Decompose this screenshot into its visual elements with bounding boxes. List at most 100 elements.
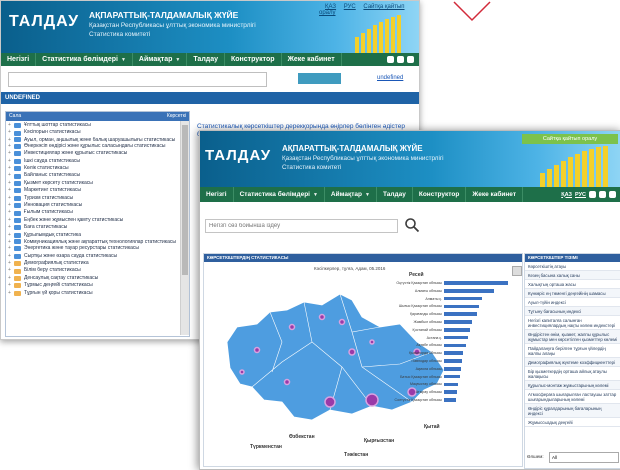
tree-item[interactable]: + Білім беру статистикасы — [8, 267, 178, 274]
nav-analysis[interactable]: Талдау — [377, 187, 413, 202]
nav-cabinet[interactable]: Жеке кабинет — [282, 53, 342, 66]
bar-row: Ақмола облысы — [364, 366, 514, 372]
nav-icons: ҚАЗ РУС — [561, 191, 620, 198]
tree-item[interactable]: + Құрылымдық статистика — [8, 232, 178, 239]
print-icon[interactable] — [397, 56, 404, 63]
tree-item[interactable]: + Қызмет көрсету статистикасы — [8, 180, 178, 187]
bar[interactable] — [444, 281, 508, 285]
print-icon[interactable] — [599, 191, 606, 198]
portal-subtitle-2: Статистика комитеті — [89, 31, 151, 38]
bar[interactable] — [444, 335, 468, 340]
tree-scrollbar[interactable] — [180, 121, 189, 335]
bar[interactable] — [444, 328, 470, 332]
tree-item-label: Білім беру статистикасы — [24, 267, 81, 274]
nav-cabinet[interactable]: Жеке кабинет — [466, 187, 524, 202]
indicator-item[interactable]: Жұмыссыздық деңгейі — [525, 418, 620, 427]
indicator-item[interactable]: Күнкөріс ең төменгі деңгейінің шамасы — [525, 289, 620, 298]
lang-rus-link[interactable]: РУС — [575, 192, 586, 198]
nav-constructor[interactable]: Конструктор — [225, 53, 282, 66]
search-button[interactable] — [298, 73, 341, 84]
nav-constructor[interactable]: Конструктор — [413, 187, 467, 202]
tool-icon[interactable] — [589, 191, 596, 198]
indicator-item[interactable]: Ауыл-түйін индексі — [525, 298, 620, 307]
nav-analysis[interactable]: Талдау — [187, 53, 225, 66]
tree-item[interactable]: + Көлік статистикасы — [8, 165, 178, 172]
portal-title: АҚПАРАТТЫҚ-ТАЛДАМАЛЫҚ ЖҮЙЕ — [89, 10, 239, 20]
indicator-item[interactable]: Халықтың орташа жасы — [525, 280, 620, 289]
bar[interactable] — [444, 398, 456, 402]
tree-item[interactable]: + Еңбек және жұмыспен қамту статистикасы — [8, 217, 178, 224]
category-tree: + Ұлттық шоттар статистикасы + Кәсіпорын ст… — [6, 121, 180, 298]
tree-item[interactable]: + Энергетика және тауар ресурстары статис… — [8, 245, 178, 252]
indicator-item[interactable]: Өндірістен өнім, қызмет, жалпы құрылыс ж… — [525, 330, 620, 344]
tree-item[interactable]: + Кәсіпорын статистикасы — [8, 129, 178, 136]
nav-stat-sections[interactable]: Статистика бөлімдері ▼ — [234, 187, 325, 202]
undefined-link[interactable]: undefined — [377, 75, 403, 81]
tree-item-label: Тұрғын үй қоры статистикасы — [24, 289, 93, 296]
indicator-item[interactable]: Құрылыс-монтаж жұмыстарының көлемі — [525, 381, 620, 390]
bar[interactable] — [444, 343, 467, 348]
indicator-item[interactable]: Тұтыну бағасының индексі — [525, 307, 620, 316]
nav-regions[interactable]: Аймақтар ▼ — [133, 53, 188, 66]
tree-item[interactable]: + Денсаулық сақтау статистикасы — [8, 275, 178, 282]
lang-kaz-link[interactable]: ҚАЗ — [561, 192, 572, 198]
indicator-item[interactable]: Өндіріс құралдарының бағаларының индексі — [525, 404, 620, 418]
bar[interactable] — [444, 304, 480, 309]
tree-item[interactable]: + Демографиялық статистика — [8, 260, 178, 267]
help-icon[interactable] — [407, 56, 414, 63]
tree-item[interactable]: + Ғылым статистикасы — [8, 209, 178, 216]
indicator-item[interactable]: Кезең басына халық саны — [525, 271, 620, 280]
tree-item[interactable]: + Инновация статистикасы — [8, 202, 178, 209]
bar-row: Атырау облысы — [364, 389, 514, 395]
bar[interactable] — [444, 296, 483, 301]
tree-item[interactable]: + Баға статистикасы — [8, 224, 178, 231]
tree-item-label: Ұлттық шоттар статистикасы — [24, 122, 91, 128]
indicator-item[interactable]: Атмосфераға шығарылған ластаушы заттар ш… — [525, 390, 620, 404]
indicator-item[interactable]: Демографиялық жүктеме коэффициенттері — [525, 358, 620, 367]
nav-icons — [387, 56, 419, 63]
nav-home[interactable]: Негізгі — [200, 187, 234, 202]
bar[interactable] — [444, 320, 473, 324]
bar[interactable] — [444, 289, 494, 293]
nav-stat-sections[interactable]: Статистика бөлімдері ▼ — [36, 53, 133, 66]
tree-item[interactable]: + Ұлттық шоттар статистикасы — [8, 122, 178, 129]
folder-icon — [14, 275, 21, 281]
indicator-item[interactable]: Негізгі капиталға салынған инвестициялар… — [525, 316, 620, 330]
search-icon[interactable] — [404, 217, 420, 233]
bar[interactable] — [444, 359, 462, 363]
nav-regions[interactable]: Аймақтар ▼ — [325, 187, 377, 202]
tree-item[interactable]: + Байланыс статистикасы — [8, 172, 178, 179]
scrollbar-thumb[interactable] — [182, 125, 188, 275]
tree-item[interactable]: + Өнеркәсіп өндірісі және құрылыс саласын… — [8, 143, 178, 150]
tree-item[interactable]: + Маркетинг статистикасы — [8, 187, 178, 194]
bar[interactable] — [444, 312, 478, 316]
tree-item-label: Туризм статистикасы — [24, 194, 74, 201]
bar[interactable] — [444, 390, 457, 394]
tree-item[interactable]: + Тұрғын үй қоры статистикасы — [8, 290, 178, 297]
tree-item[interactable]: + Тұрмыс деңгейі статистикасы — [8, 282, 178, 289]
help-icon[interactable] — [609, 191, 616, 198]
tree-item[interactable]: + Сыртқы және өзара сауда статистикасы — [8, 253, 178, 260]
bar[interactable] — [444, 351, 464, 355]
indicator-item[interactable]: Көрсеткіштің атауы — [525, 262, 620, 271]
bar[interactable] — [444, 367, 462, 371]
tree-item[interactable]: + Инвестициялар және құрылыс статистикасы — [8, 150, 178, 157]
filter-select[interactable]: All — [549, 452, 619, 463]
bar-row: Маңғыстау облысы — [364, 381, 514, 387]
tree-item[interactable]: + Туризм статистикасы — [8, 195, 178, 202]
indicator-item[interactable]: Бір қызметкердің орташа айлық атаулы жал… — [525, 367, 620, 381]
bar-label: Қостанай облысы — [412, 327, 442, 332]
search-input[interactable] — [205, 219, 398, 233]
bar[interactable] — [444, 374, 460, 379]
tree-item[interactable]: + Ішкі сауда статистикасы — [8, 158, 178, 165]
bar[interactable] — [444, 382, 459, 387]
back-to-site-link[interactable]: Сайтқа қайтып оралу — [522, 134, 618, 144]
lang-rus-link[interactable]: РУС — [344, 4, 356, 10]
search-input[interactable] — [8, 72, 267, 87]
nav-home[interactable]: Негізгі — [1, 53, 37, 66]
tree-item-label: Еңбек және жұмыспен қамту статистикасы — [24, 216, 124, 223]
label-tajikistan: Тәжікстан — [344, 452, 369, 458]
indicator-item[interactable]: Пайдалануға берілген тұрғын үйлердің жал… — [525, 344, 620, 358]
tool-icon[interactable] — [387, 56, 394, 63]
bar-label: Жамбыл облысы — [413, 320, 442, 324]
